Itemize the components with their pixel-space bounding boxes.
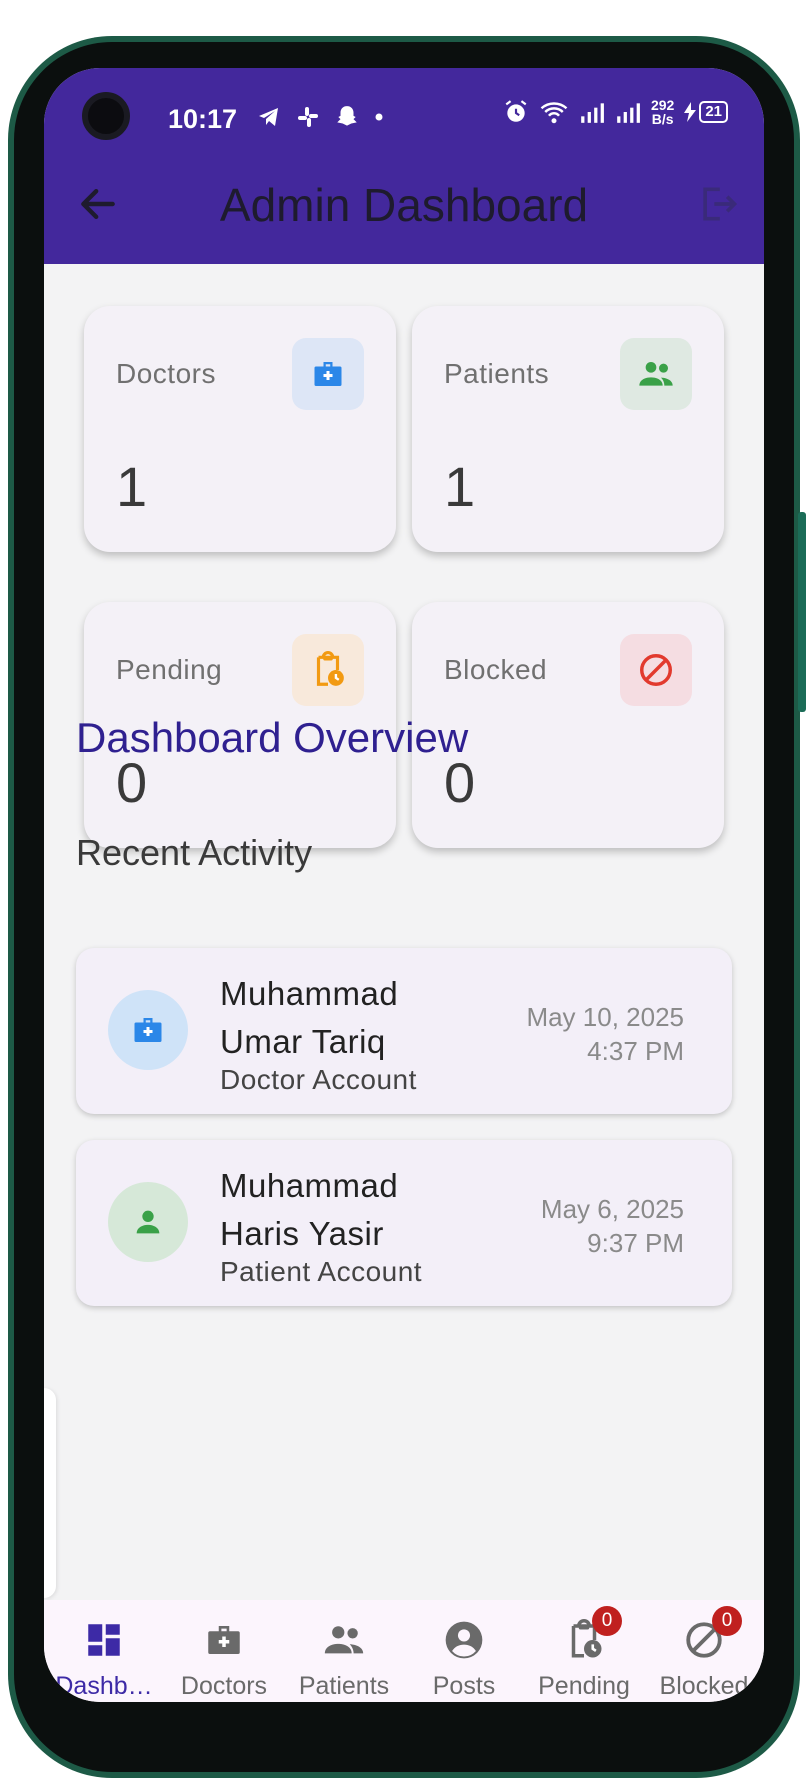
- medical-bag-icon: [200, 1616, 248, 1664]
- activity-name: Muhammad Haris Yasir: [220, 1167, 399, 1252]
- signal-icon-2: [617, 103, 640, 123]
- notification-badge: 0: [712, 1606, 742, 1636]
- activity-type: Doctor Account: [220, 1064, 417, 1095]
- nav-item-dashboard[interactable]: Dashb…: [44, 1600, 164, 1702]
- phone-bezel: 10:17 292 B/s 21 Admin Dashboard Doctors…: [14, 42, 794, 1772]
- wifi-icon: [540, 102, 568, 124]
- snapchat-icon: [337, 106, 357, 126]
- section-title: Dashboard Overview: [76, 714, 469, 761]
- app-header: 10:17 292 B/s 21 Admin Dashboard: [44, 68, 764, 264]
- nav-item-blocked[interactable]: 0 Blocked: [644, 1600, 764, 1702]
- dashboard-icon: [80, 1616, 128, 1664]
- nav-label: Dashb…: [55, 1672, 153, 1700]
- people-icon: [620, 338, 692, 410]
- medical-bag-icon: [108, 990, 188, 1070]
- account-circle-icon: [440, 1616, 488, 1664]
- signal-icon-1: [581, 103, 604, 123]
- block-icon: 0: [680, 1606, 742, 1664]
- activity-time: 9:37 PM: [587, 1228, 684, 1258]
- nav-label: Doctors: [180, 1672, 268, 1700]
- phone-side-button: [798, 512, 806, 712]
- nav-label: Patients: [298, 1672, 390, 1700]
- slack-icon: [298, 107, 318, 127]
- charging-icon: [684, 102, 697, 122]
- medical-bag-icon: [292, 338, 364, 410]
- stat-card-patients[interactable]: Patients 1: [412, 306, 724, 552]
- notification-icons: [256, 104, 384, 130]
- stat-label: Doctors: [116, 358, 216, 389]
- notification-badge: 0: [592, 1606, 622, 1636]
- nav-item-pending[interactable]: 0 Pending: [524, 1600, 644, 1702]
- pending-clipboard-icon: 0: [560, 1606, 622, 1664]
- activity-date: May 6, 2025: [540, 1194, 684, 1224]
- dot-icon: [375, 113, 383, 121]
- stat-card-doctors[interactable]: Doctors 1: [84, 306, 396, 552]
- stat-value: 1: [444, 455, 476, 518]
- activity-name: Muhammad Umar Tariq: [220, 975, 399, 1060]
- screen: 10:17 292 B/s 21 Admin Dashboard Doctors…: [44, 68, 764, 1702]
- network-speed: 292 B/s: [651, 98, 674, 126]
- nav-label: Pending: [538, 1672, 630, 1700]
- status-time: 10:17: [168, 104, 238, 134]
- network-speed-unit: B/s: [651, 111, 674, 127]
- bottom-navigation: Dashb… Doctors Patients Posts 0 Pending …: [44, 1600, 764, 1702]
- activity-item[interactable]: Muhammad Haris Yasir Patient Account May…: [76, 1140, 732, 1306]
- nav-label: Blocked: [659, 1672, 749, 1700]
- side-panel-edge[interactable]: [44, 1388, 56, 1598]
- alarm-icon: [505, 100, 527, 122]
- telegram-icon: [259, 108, 278, 126]
- stat-value: 1: [116, 455, 148, 518]
- recent-activity-title: Recent Activity: [76, 832, 313, 873]
- phone-frame: 10:17 292 B/s 21 Admin Dashboard Doctors…: [8, 36, 806, 1778]
- people-icon: [320, 1616, 368, 1664]
- network-speed-value: 292: [650, 97, 675, 113]
- activity-time: 4:37 PM: [587, 1036, 684, 1066]
- activity-timestamp: May 10, 2025 4:37 PM: [526, 1000, 684, 1068]
- battery-level: 21: [699, 101, 728, 123]
- pending-clipboard-icon: [292, 634, 364, 706]
- nav-item-patients[interactable]: Patients: [284, 1600, 404, 1702]
- person-icon: [108, 1182, 188, 1262]
- logout-icon[interactable]: [696, 182, 740, 226]
- system-status-icons: 292 B/s 21: [503, 98, 728, 126]
- nav-item-doctors[interactable]: Doctors: [164, 1600, 284, 1702]
- stat-label: Blocked: [444, 654, 548, 685]
- activity-date: May 10, 2025: [526, 1002, 684, 1032]
- stat-label: Pending: [116, 654, 223, 685]
- block-icon: [620, 634, 692, 706]
- activity-item[interactable]: Muhammad Umar Tariq Doctor Account May 1…: [76, 948, 732, 1114]
- nav-label: Posts: [432, 1672, 496, 1700]
- front-camera: [82, 92, 130, 140]
- activity-timestamp: May 6, 2025 9:37 PM: [541, 1192, 684, 1260]
- page-title: Admin Dashboard: [219, 179, 589, 231]
- stat-label: Patients: [444, 358, 550, 389]
- activity-type: Patient Account: [220, 1256, 423, 1287]
- battery-indicator: 21: [684, 101, 728, 123]
- nav-item-posts[interactable]: Posts: [404, 1600, 524, 1702]
